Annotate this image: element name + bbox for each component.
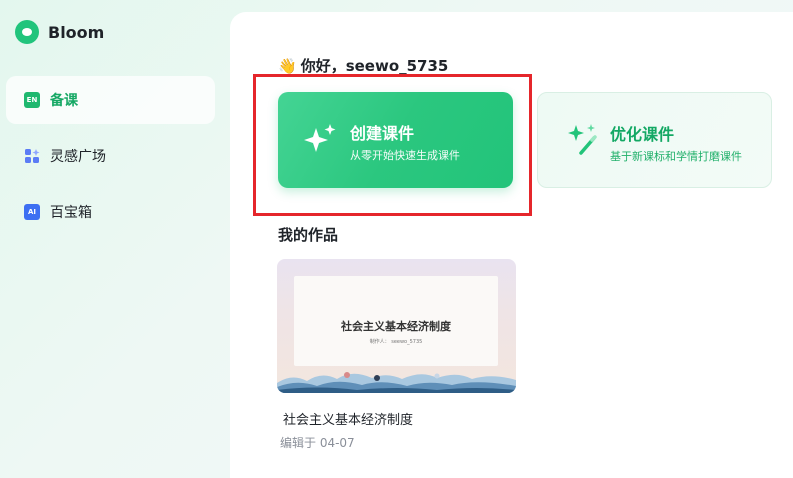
- greeting: 👋 你好，seewo_5735: [278, 55, 448, 76]
- optimize-courseware-card[interactable]: 优化课件 基于新课标和学情打磨课件: [537, 92, 772, 188]
- work-edit-date: 编辑于 04-07: [280, 436, 355, 450]
- work-thumbnail[interactable]: 社会主义基本经济制度 制作人： seewo_5735: [277, 259, 516, 393]
- highlight-annotation-box: [253, 74, 532, 216]
- work-name[interactable]: 社会主义基本经济制度: [283, 409, 413, 428]
- sidebar: Bloom EN 备课 灵感广场 AI 百宝箱: [0, 0, 228, 478]
- app-name: Bloom: [48, 22, 105, 42]
- slide-author: 制作人： seewo_5735: [369, 339, 423, 345]
- sidebar-item-label: 灵感广场: [50, 149, 106, 165]
- brand[interactable]: Bloom: [15, 20, 104, 44]
- ai-box-icon: AI: [24, 204, 40, 220]
- sidebar-item-lesson-prep[interactable]: EN 备课: [6, 76, 215, 124]
- my-works-title: 我的作品: [278, 226, 339, 244]
- slide-preview: 社会主义基本经济制度 制作人： seewo_5735: [294, 276, 498, 366]
- bloom-logo-icon: [15, 20, 39, 44]
- landscape-illustration: [277, 372, 516, 393]
- card-subtitle: 基于新课标和学情打磨课件: [610, 150, 742, 163]
- waving-hand-icon: 👋: [278, 56, 297, 75]
- slide-title: 社会主义基本经济制度: [341, 320, 451, 333]
- sidebar-item-label: 百宝箱: [50, 205, 92, 221]
- sidebar-item-label: 备课: [50, 93, 78, 109]
- magic-wand-icon: [564, 121, 600, 157]
- sidebar-item-toolbox[interactable]: AI 百宝箱: [6, 188, 215, 236]
- greeting-text: 你好，seewo_5735: [300, 57, 449, 75]
- en-book-icon: EN: [24, 92, 40, 108]
- main-panel: 👋 你好，seewo_5735 创建课件 从零开始快速生成课件 优化课件 基于新…: [230, 12, 793, 478]
- grid-sparkle-icon: [24, 148, 40, 164]
- card-title: 优化课件: [610, 125, 675, 144]
- sidebar-item-inspiration[interactable]: 灵感广场: [6, 132, 215, 180]
